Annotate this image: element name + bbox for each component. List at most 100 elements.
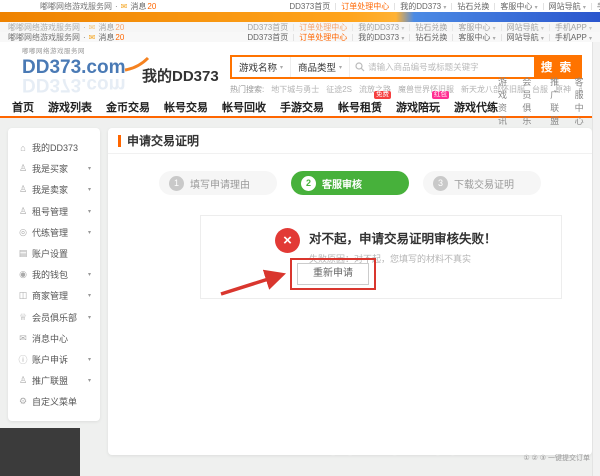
main-panel: 申请交易证明 1 填写申请理由 2 客服审核 3 下载交易证明 × 对不起，申请… [108, 128, 592, 455]
window-edge [592, 42, 600, 476]
topbar-row-1: 嘟嘟网络游戏服务网 · ✉ 消息20 DD373首页 订单处理中心 我的DD37… [0, 0, 600, 12]
chevron-down-icon: ▾ [87, 272, 91, 279]
main-nav: 首页 游戏列表 金币交易 帐号交易 帐号回收 手游交易 帐号租赁 免费 游戏陪玩红… [0, 77, 600, 139]
type-filter-dropdown[interactable]: 商品类型 ▾ [291, 57, 351, 77]
home-icon: ⌂ [20, 142, 26, 153]
sidebar-item-account-settings[interactable]: ▤ 账户设置 [8, 243, 100, 264]
topbar-link-orders[interactable]: 订单处理中心 [341, 1, 389, 12]
topbar-link-service[interactable]: 客服中心 ▾ [458, 32, 495, 43]
chevron-down-icon: ▾ [87, 356, 91, 363]
boost-icon: ◎ [19, 226, 27, 237]
chevron-down-icon: ▾ [87, 314, 91, 321]
topbar-row-3: 嘟嘟网络游戏服务网 · ✉ 消息20 DD373首页 订单处理中心 我的DD37… [0, 32, 600, 42]
nav-boosting[interactable]: 游戏代练 [454, 99, 498, 115]
sidebar-item-message-center[interactable]: ✉ 消息中心 [8, 328, 100, 349]
sidebar-item-my-dd373[interactable]: ⌂ 我的DD373 [8, 137, 100, 158]
topbar-link-home[interactable]: DD373首页 [247, 32, 288, 43]
section-title: 申请交易证明 [127, 134, 200, 148]
error-title: 对不起，申请交易证明审核失败！ [309, 232, 497, 246]
footer-hint: ① ② ③ 一键提交订单 [523, 455, 590, 462]
step-number: 2 [301, 175, 316, 191]
step-download-proof: 3 下载交易证明 [423, 171, 541, 195]
chevron-down-icon: ▾ [443, 4, 447, 11]
chevron-down-icon: ▾ [588, 35, 592, 42]
chevron-down-icon: ▾ [280, 64, 284, 71]
watermark: coinc.net [325, 430, 457, 461]
chevron-down-icon: ▾ [87, 293, 91, 300]
hot-keywords-label: 热门搜索: [230, 85, 265, 94]
nav-home[interactable]: 首页 [12, 99, 34, 115]
wallet-icon: ◉ [19, 269, 27, 280]
chevron-down-icon: ▾ [87, 166, 91, 173]
appeal-icon: ⓘ [18, 354, 28, 365]
nav-gold-trade[interactable]: 金币交易 [106, 99, 150, 115]
sidebar-item-appeal[interactable]: ⓘ 账户申诉 ▾ [8, 349, 100, 370]
topbar-link-sitemap[interactable]: 网站导航 ▾ [549, 1, 586, 12]
logo-reflection: DD373.com [22, 73, 126, 95]
separator-dot: · [83, 32, 86, 42]
topbar-link-service[interactable]: 客服中心 ▾ [500, 1, 537, 12]
topbar-link-diamond[interactable]: 钻石兑换 [415, 32, 447, 43]
topbar-link-diamond[interactable]: 钻石兑换 [457, 1, 489, 12]
nav-account-recycle[interactable]: 帐号回收 [222, 99, 266, 115]
nav-game-list[interactable]: 游戏列表 [48, 99, 92, 115]
nav-game-companion[interactable]: 游戏陪玩 红包 [396, 91, 449, 115]
hot-keyword[interactable]: 地下城与勇士 [271, 84, 319, 95]
topbar-link-home[interactable]: DD373首页 [289, 1, 330, 12]
game-filter-dropdown[interactable]: 游戏名称 ▾ [232, 57, 292, 77]
dark-corner-block [0, 428, 80, 476]
member-club-icon: ♕ [18, 311, 28, 322]
merchant-icon: ◫ [18, 290, 28, 301]
step-fill-reason: 1 填写申请理由 [159, 171, 277, 195]
step-number: 1 [169, 175, 184, 191]
topbar-link-sitemap[interactable]: 网站导航 ▾ [507, 32, 544, 43]
sidebar-item-boost-management[interactable]: ◎ 代练管理 ▾ [8, 222, 100, 243]
mail-icon: ✉ [120, 1, 128, 11]
reapply-button[interactable]: 重新申请 [297, 263, 369, 285]
hongbao-badge: 红包 [432, 91, 449, 99]
topbar-link-orders[interactable]: 订单处理中心 [299, 32, 347, 43]
dd373-logo[interactable]: 嘟嘟网络游戏服务网 DD373.com DD373.com [22, 48, 149, 95]
review-result-box: × 对不起，申请交易证明审核失败！ 失败原因：对不起，您填写的材料不真实 重新申… [200, 215, 562, 299]
chevron-down-icon: ▾ [87, 208, 91, 215]
messages-link[interactable]: 消息20 [98, 32, 124, 43]
mail-icon: ✉ [88, 22, 96, 32]
free-badge: 免费 [374, 91, 391, 99]
topbar-link-my-dd373[interactable]: 我的DD373 ▾ [400, 1, 446, 12]
annotation-arrow-icon [220, 269, 287, 296]
progress-stepper: 1 填写申请理由 2 客服审核 3 下载交易证明 [108, 171, 592, 195]
rent-account-icon: ♙ [18, 205, 28, 216]
nav-account-rental[interactable]: 帐号租赁 免费 [338, 91, 391, 115]
custom-menu-icon: ⚙ [18, 396, 28, 407]
messages-link[interactable]: 消息20 [130, 1, 156, 12]
sidebar-item-seller[interactable]: ♙ 我是卖家 ▾ [8, 179, 100, 200]
sidebar-item-buyer[interactable]: ♙ 我是买家 ▾ [8, 158, 100, 179]
section-header: 申请交易证明 [108, 128, 592, 154]
hot-keyword[interactable]: 征途2S [326, 84, 352, 95]
error-cross-icon: × [275, 228, 300, 253]
nav-mobile-trade[interactable]: 手游交易 [280, 99, 324, 115]
separator-dot: · [83, 22, 86, 32]
chevron-down-icon: ▾ [401, 35, 405, 42]
account-settings-icon: ▤ [18, 248, 28, 259]
gradient-banner [0, 12, 600, 22]
sidebar-item-member-club[interactable]: ♕ 会员俱乐部 ▾ [8, 307, 100, 328]
chevron-down-icon: ▾ [540, 35, 544, 42]
buyer-icon: ♙ [18, 163, 28, 174]
sidebar-item-rent-management[interactable]: ♙ 租号管理 ▾ [8, 201, 100, 222]
page-title: 我的DD373 [142, 68, 219, 85]
chevron-down-icon: ▾ [339, 64, 343, 71]
site-name: 嘟嘟网络游戏服务网 [8, 32, 80, 42]
promotion-icon: ♙ [18, 375, 28, 386]
chevron-down-icon: ▾ [87, 378, 91, 385]
nav-account-trade[interactable]: 帐号交易 [164, 99, 208, 115]
sidebar-item-promotion[interactable]: ♙ 推广联盟 ▾ [8, 370, 100, 391]
message-center-icon: ✉ [19, 332, 27, 343]
topbar-link-app[interactable]: 手机APP ▾ [555, 32, 592, 43]
site-name: 嘟嘟网络游戏服务网 [40, 1, 112, 11]
sidebar-item-wallet[interactable]: ◉ 我的钱包 ▾ [8, 264, 100, 285]
topbar-link-my-dd373[interactable]: 我的DD373 ▾ [358, 32, 404, 43]
sidebar-item-merchant[interactable]: ◫ 商家管理 ▾ [8, 285, 100, 306]
sidebar-item-custom-menu[interactable]: ⚙ 自定义菜单 [8, 391, 100, 412]
step-number: 3 [433, 175, 448, 191]
